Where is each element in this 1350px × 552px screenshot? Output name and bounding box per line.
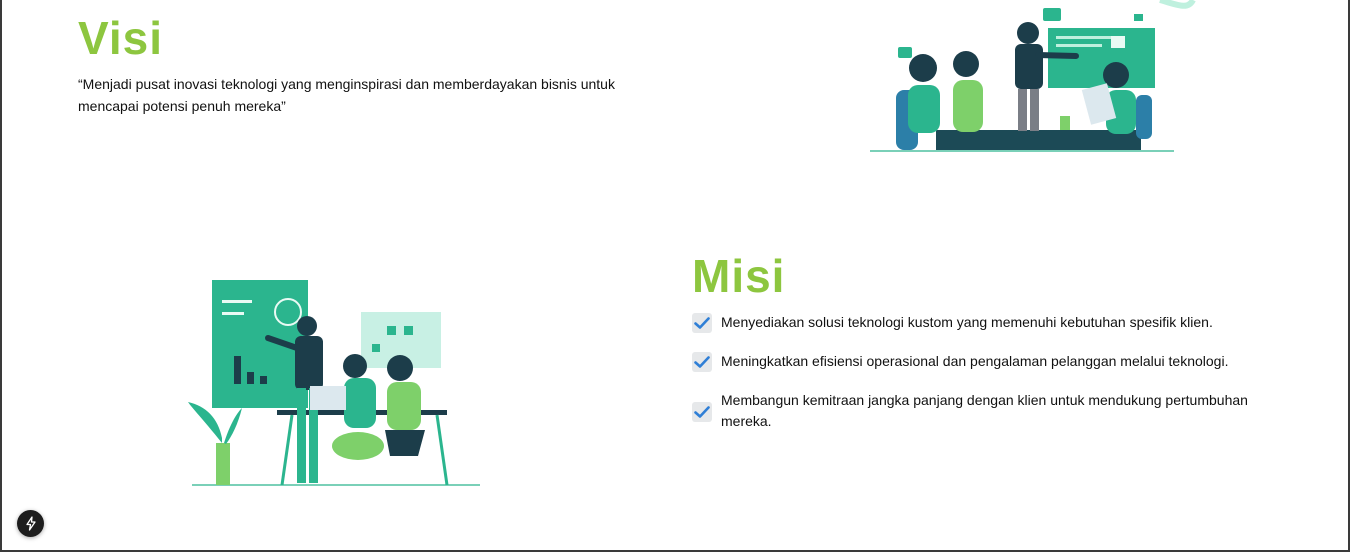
- team-meeting-illustration: [870, 0, 1196, 152]
- misi-item-text: Membangun kemitraan jangka panjang denga…: [721, 392, 1248, 429]
- misi-item-text: Menyediakan solusi teknologi kustom yang…: [721, 314, 1213, 330]
- team-working-illustration: [188, 280, 480, 486]
- misi-item-2: Meningkatkan efisiensi operasional dan p…: [692, 351, 1282, 372]
- misi-list: Menyediakan solusi teknologi kustom yang…: [692, 312, 1282, 432]
- misi-item-text: Meningkatkan efisiensi operasional dan p…: [721, 353, 1229, 369]
- misi-item-3: Membangun kemitraan jangka panjang denga…: [692, 390, 1282, 432]
- window-border-left: [0, 0, 2, 552]
- check-icon: [692, 313, 712, 333]
- misi-item-1: Menyediakan solusi teknologi kustom yang…: [692, 312, 1282, 333]
- check-icon: [692, 401, 712, 422]
- check-icon: [692, 352, 712, 372]
- misi-heading: Misi: [692, 250, 786, 302]
- lightning-button[interactable]: [17, 510, 44, 537]
- visi-heading: Visi: [78, 12, 163, 64]
- visi-statement: “Menjadi pusat inovasi teknologi yang me…: [78, 76, 615, 114]
- lightning-icon: [25, 516, 36, 531]
